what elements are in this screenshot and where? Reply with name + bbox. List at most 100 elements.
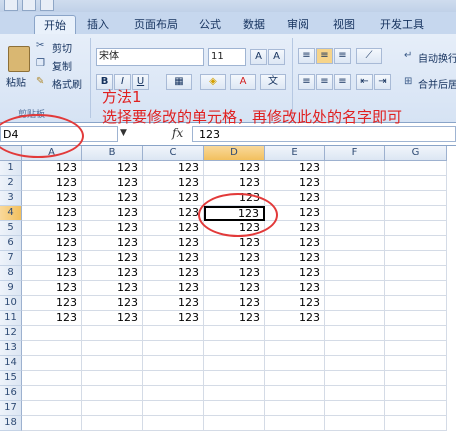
cell[interactable] [82,341,143,356]
cell[interactable]: 123 [265,251,325,266]
cell[interactable] [325,386,385,401]
cell[interactable] [143,356,204,371]
column-header[interactable]: D [204,146,265,161]
cell[interactable] [143,341,204,356]
cell[interactable] [22,416,82,431]
cell[interactable] [143,416,204,431]
cell[interactable] [265,356,325,371]
cell[interactable] [385,251,447,266]
cell[interactable] [204,341,265,356]
formula-input[interactable]: 123 [192,126,456,142]
cell[interactable]: 123 [204,161,265,176]
cell[interactable] [265,341,325,356]
paste-button[interactable]: 粘贴 [2,38,32,90]
cell[interactable]: 123 [265,161,325,176]
cell[interactable] [325,251,385,266]
phonetic-icon[interactable]: 文 [260,74,286,90]
font-name-select[interactable]: 宋体 [96,48,204,66]
cell[interactable] [325,281,385,296]
cell[interactable] [385,176,447,191]
cell[interactable]: 123 [82,311,143,326]
cell[interactable] [265,386,325,401]
cell[interactable]: 123 [82,296,143,311]
cell[interactable]: 123 [143,266,204,281]
row-header[interactable]: 13 [0,341,22,356]
row-header[interactable]: 5 [0,221,22,236]
cell[interactable]: 123 [82,161,143,176]
cell[interactable] [325,236,385,251]
cell[interactable] [325,176,385,191]
cell[interactable] [325,341,385,356]
cell[interactable]: 123 [82,266,143,281]
row-header[interactable]: 11 [0,311,22,326]
row-header[interactable]: 12 [0,326,22,341]
cell[interactable]: 123 [204,266,265,281]
cell[interactable] [385,416,447,431]
cell[interactable] [22,401,82,416]
cell[interactable] [385,191,447,206]
align-center-icon[interactable]: ≡ [316,74,333,90]
cell[interactable]: 123 [22,251,82,266]
cell[interactable] [325,401,385,416]
row-header[interactable]: 6 [0,236,22,251]
row-header[interactable]: 4 [0,206,22,221]
cell[interactable] [325,311,385,326]
cell[interactable] [325,191,385,206]
align-right-icon[interactable]: ≡ [334,74,351,90]
format-painter-button[interactable]: ✎ 格式刷 [36,76,86,91]
row-header[interactable]: 14 [0,356,22,371]
cell[interactable] [143,386,204,401]
row-header[interactable]: 8 [0,266,22,281]
cell[interactable] [82,371,143,386]
row-header[interactable]: 3 [0,191,22,206]
cell[interactable] [204,356,265,371]
undo-icon[interactable] [22,0,36,11]
cell[interactable] [265,416,325,431]
cell[interactable]: 123 [82,176,143,191]
cell[interactable] [22,341,82,356]
cell[interactable]: 123 [82,221,143,236]
cell[interactable] [385,296,447,311]
cell[interactable]: 123 [204,236,265,251]
copy-button[interactable]: ❐ 复制 [36,58,80,73]
font-size-select[interactable]: 11 [208,48,246,66]
cell[interactable] [385,326,447,341]
redo-icon[interactable] [40,0,54,11]
column-header[interactable]: C [143,146,204,161]
cell[interactable] [325,221,385,236]
cell[interactable]: 123 [265,311,325,326]
cell[interactable]: 123 [143,206,204,221]
row-header[interactable]: 15 [0,371,22,386]
cell[interactable] [385,281,447,296]
cell[interactable] [325,326,385,341]
cell[interactable] [385,206,447,221]
cell[interactable] [204,386,265,401]
cut-button[interactable]: ✂ 剪切 [36,40,80,55]
cell[interactable]: 123 [22,191,82,206]
cell[interactable]: 123 [265,296,325,311]
font-color-icon[interactable]: A [230,74,256,90]
cell[interactable] [385,236,447,251]
row-header[interactable]: 2 [0,176,22,191]
row-header[interactable]: 16 [0,386,22,401]
column-header[interactable]: F [325,146,385,161]
cell[interactable] [385,161,447,176]
cell[interactable] [385,311,447,326]
row-header[interactable]: 9 [0,281,22,296]
cell[interactable]: 123 [265,266,325,281]
cell[interactable] [325,356,385,371]
cell[interactable] [325,161,385,176]
cell[interactable]: 123 [204,311,265,326]
cell[interactable]: 123 [22,206,82,221]
orientation-icon[interactable]: ⟋ [356,48,382,64]
shrink-font-icon[interactable]: A [268,49,285,65]
cell[interactable] [325,206,385,221]
cell[interactable] [385,386,447,401]
cell[interactable] [143,401,204,416]
cell[interactable] [82,416,143,431]
decrease-indent-icon[interactable]: ⇤ [356,74,373,90]
cell[interactable] [265,401,325,416]
cell[interactable]: 123 [22,296,82,311]
tab-data[interactable]: 数据 [236,15,272,34]
cell[interactable] [22,356,82,371]
